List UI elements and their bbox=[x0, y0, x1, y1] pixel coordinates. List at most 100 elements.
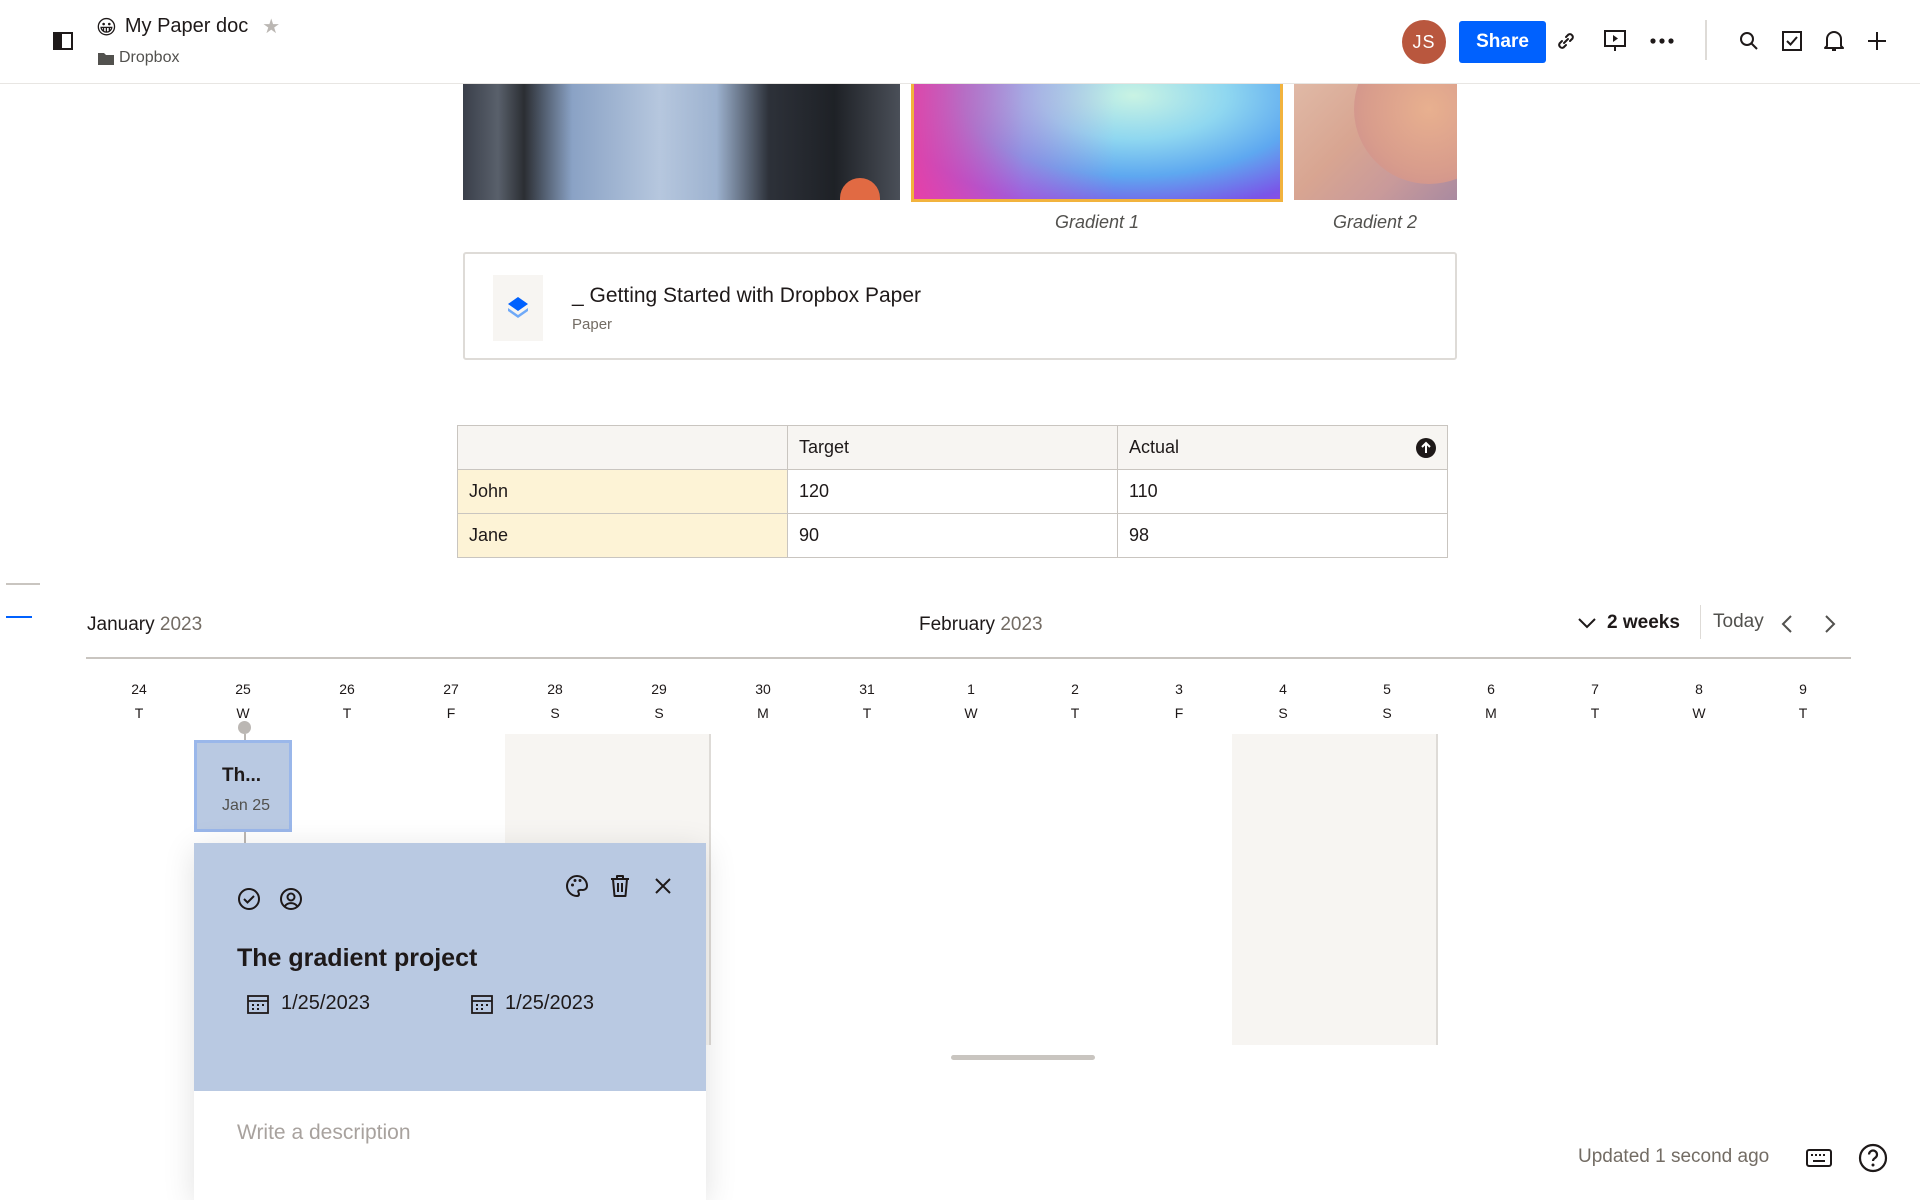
day-of-week: M bbox=[1485, 705, 1497, 721]
calendar-icon bbox=[471, 994, 493, 1014]
breadcrumb[interactable]: Dropbox bbox=[98, 49, 179, 67]
day-number: 2 bbox=[1071, 681, 1079, 697]
paper-icon bbox=[493, 275, 543, 341]
sort-up-icon[interactable] bbox=[1415, 437, 1437, 464]
folder-icon bbox=[98, 53, 114, 65]
check-circle-icon[interactable] bbox=[235, 885, 263, 913]
gradient-1-image[interactable] bbox=[911, 84, 1283, 202]
outline-marker[interactable] bbox=[6, 583, 40, 585]
description-input[interactable] bbox=[237, 1121, 667, 1145]
link-icon[interactable] bbox=[1551, 26, 1581, 56]
day-of-week: W bbox=[1692, 705, 1706, 721]
day-number: 30 bbox=[755, 681, 771, 697]
table-cell[interactable]: 120 bbox=[787, 469, 1118, 514]
day-number: 6 bbox=[1487, 681, 1495, 697]
share-button[interactable]: Share bbox=[1459, 21, 1546, 63]
day-number: 31 bbox=[859, 681, 875, 697]
paper-link-card[interactable]: _ Getting Started with Dropbox Paper Pap… bbox=[463, 252, 1457, 360]
top-bar: 😀 My Paper doc ★ Dropbox JS Share bbox=[0, 0, 1920, 84]
timeline-day: 29 S bbox=[607, 677, 711, 725]
timeline-day: 24 T bbox=[87, 677, 191, 725]
timeline-day: 30 M bbox=[711, 677, 815, 725]
range-dropdown[interactable]: 2 weeks bbox=[1577, 612, 1680, 634]
close-icon[interactable] bbox=[649, 872, 677, 900]
present-icon[interactable] bbox=[1600, 26, 1630, 56]
timeline-day: 28 S bbox=[503, 677, 607, 725]
popover-header: The gradient project 1/25/2023 1/25/2023 bbox=[194, 843, 706, 1091]
day-number: 28 bbox=[547, 681, 563, 697]
updated-status: Updated 1 second ago bbox=[1578, 1146, 1770, 1167]
table-cell[interactable]: John bbox=[457, 469, 788, 514]
year-label: 2023 bbox=[1000, 614, 1043, 635]
event-title[interactable]: The gradient project bbox=[237, 944, 477, 973]
sidebar-toggle-icon[interactable] bbox=[52, 30, 74, 52]
start-date-field[interactable]: 1/25/2023 bbox=[247, 992, 370, 1015]
day-number: 1 bbox=[967, 681, 975, 697]
help-icon[interactable] bbox=[1856, 1141, 1890, 1175]
timeline-day: 6M bbox=[1439, 677, 1543, 725]
photo-image[interactable] bbox=[463, 84, 900, 200]
plus-icon[interactable] bbox=[1862, 26, 1892, 56]
today-button[interactable]: Today bbox=[1700, 605, 1776, 639]
table-cell[interactable]: 90 bbox=[787, 513, 1118, 558]
year-label: 2023 bbox=[159, 614, 203, 635]
day-number: 8 bbox=[1695, 681, 1703, 697]
day-of-week: F bbox=[446, 705, 456, 721]
chevron-left-icon[interactable] bbox=[1774, 611, 1800, 637]
link-card-title[interactable]: _ Getting Started with Dropbox Paper bbox=[572, 284, 921, 308]
event-popover: The gradient project 1/25/2023 1/25/2023 bbox=[194, 843, 706, 1200]
table-cell[interactable]: 98 bbox=[1117, 513, 1448, 558]
assign-user-icon[interactable] bbox=[277, 885, 305, 913]
checklist-icon[interactable] bbox=[1777, 26, 1807, 56]
star-icon[interactable]: ★ bbox=[262, 14, 280, 39]
day-of-week: M bbox=[757, 705, 769, 721]
calendar-icon bbox=[247, 994, 269, 1014]
table-header-row: Target Actual bbox=[457, 425, 1448, 470]
day-of-week: T bbox=[862, 705, 872, 721]
horizontal-scrollbar[interactable] bbox=[951, 1055, 1095, 1060]
bell-icon[interactable] bbox=[1819, 26, 1849, 56]
day-number: 29 bbox=[651, 681, 667, 697]
day-number: 25 bbox=[235, 681, 251, 697]
timeline-day: 27 F bbox=[399, 677, 503, 725]
keyboard-icon[interactable] bbox=[1802, 1141, 1836, 1175]
day-number: 26 bbox=[339, 681, 355, 697]
folder-name[interactable]: Dropbox bbox=[119, 49, 179, 67]
doc-title-row: 😀 My Paper doc ★ bbox=[96, 14, 280, 39]
table-header-cell[interactable]: Target bbox=[787, 425, 1118, 470]
day-of-week: F bbox=[1174, 705, 1184, 721]
day-number: 5 bbox=[1383, 681, 1391, 697]
outline-marker-active[interactable] bbox=[6, 616, 32, 618]
gradient-2-image[interactable] bbox=[1294, 84, 1457, 200]
chevron-down-icon bbox=[1578, 618, 1596, 629]
day-of-week: T bbox=[134, 705, 144, 721]
end-date-field[interactable]: 1/25/2023 bbox=[471, 992, 594, 1015]
day-of-week: T bbox=[1070, 705, 1080, 721]
palette-icon[interactable] bbox=[563, 872, 591, 900]
header-divider bbox=[1705, 20, 1707, 60]
table-cell[interactable]: Jane bbox=[457, 513, 788, 558]
day-number: 27 bbox=[443, 681, 459, 697]
avatar[interactable]: JS bbox=[1402, 20, 1446, 64]
day-number: 9 bbox=[1799, 681, 1807, 697]
table-cell[interactable]: 110 bbox=[1117, 469, 1448, 514]
month-label: January bbox=[87, 614, 155, 635]
weekend-band bbox=[1232, 734, 1438, 1045]
more-icon[interactable] bbox=[1647, 26, 1677, 56]
timeline-day: 31 T bbox=[815, 677, 919, 725]
doc-emoji[interactable]: 😀 bbox=[96, 15, 117, 39]
day-number: 4 bbox=[1279, 681, 1287, 697]
day-of-week: T bbox=[1590, 705, 1600, 721]
timeline-event-chip[interactable]: Th... Jan 25 bbox=[194, 740, 292, 832]
table-header-cell[interactable]: Actual bbox=[1117, 425, 1448, 470]
timeline-month-february: February 2023 bbox=[919, 614, 1043, 636]
table-header-cell[interactable] bbox=[457, 425, 788, 470]
doc-title[interactable]: My Paper doc bbox=[125, 15, 248, 38]
table-row: John 120 110 bbox=[457, 469, 1448, 514]
chevron-right-icon[interactable] bbox=[1817, 611, 1843, 637]
trash-icon[interactable] bbox=[606, 872, 634, 900]
day-number: 7 bbox=[1591, 681, 1599, 697]
search-icon[interactable] bbox=[1734, 26, 1764, 56]
timeline-month-january: January 2023 bbox=[87, 614, 202, 636]
day-of-week: S bbox=[1382, 705, 1392, 721]
